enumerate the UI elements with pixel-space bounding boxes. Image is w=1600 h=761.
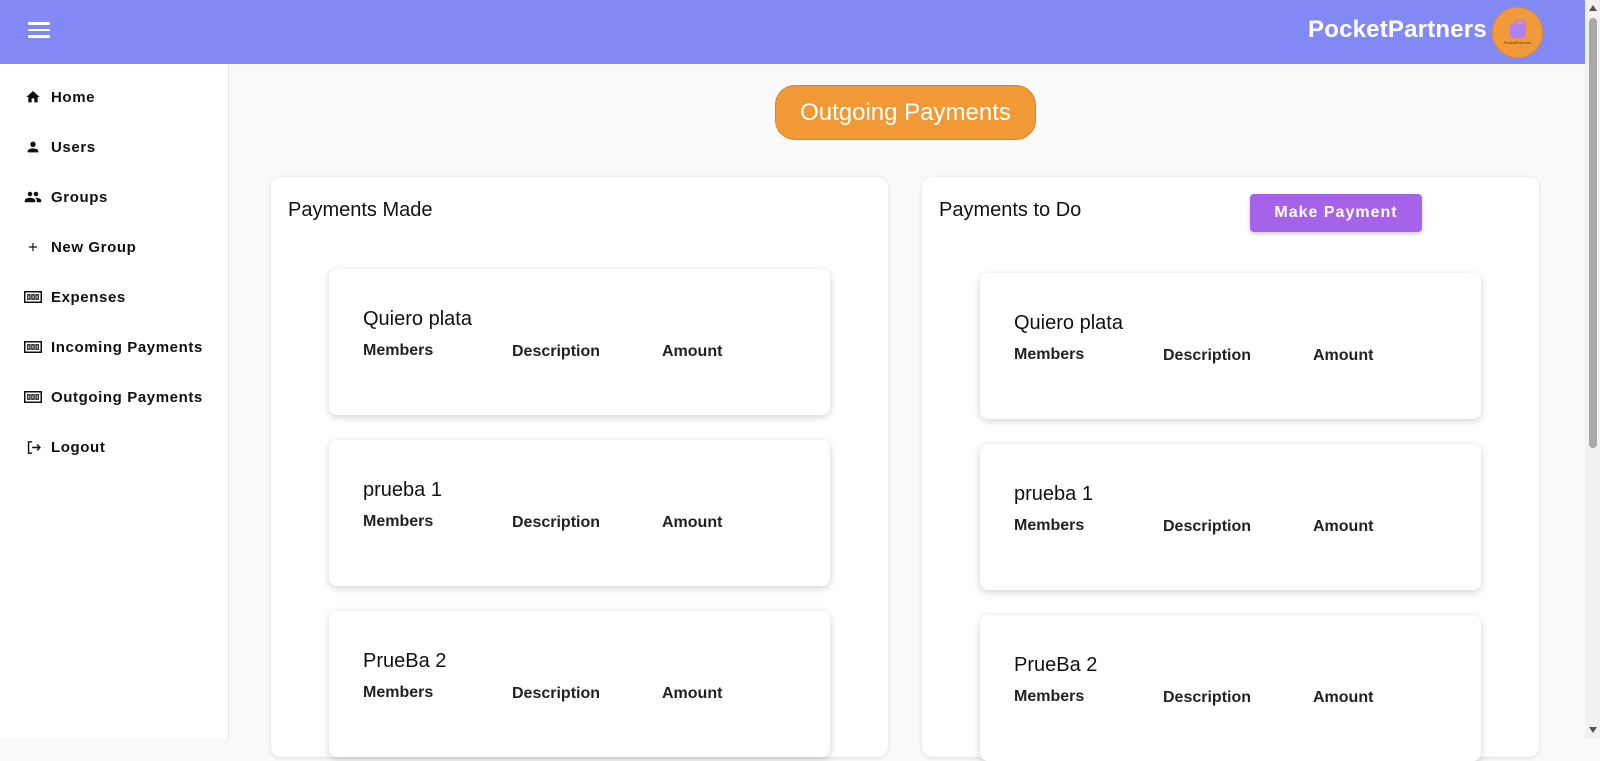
groups-icon [24,188,42,206]
payment-card[interactable]: Quiero plata Members Description Amount [980,273,1481,419]
sidebar-item-label: Outgoing Payments [51,388,203,406]
payments-to-do-panel: Payments to Do Make Payment Quiero plata… [922,177,1539,761]
amount-label: Amount [662,514,723,531]
money-icon [24,288,42,306]
members-label: Members [1014,688,1085,705]
sidebar-item-label: Expenses [51,288,126,306]
payments-made-panel: Payments Made Quiero plata Members Descr… [271,177,888,757]
sidebar-item-label: Incoming Payments [51,338,203,356]
plus-icon [24,238,42,256]
hamburger-menu-icon[interactable] [28,22,50,40]
bag-icon [1509,18,1526,38]
members-label: Members [363,342,434,359]
sidebar-item-expenses[interactable]: Expenses [0,277,228,317]
sidebar-item-label: Logout [51,438,106,456]
scroll-down-arrow-icon[interactable] [1589,727,1597,733]
card-title: prueba 1 [363,479,442,501]
amount-label: Amount [1313,518,1374,535]
card-title: prueba 1 [1014,483,1093,505]
payment-card[interactable]: prueba 1 Members Description Amount [329,440,830,586]
payment-card[interactable]: prueba 1 Members Description Amount [980,444,1481,590]
panel-title: Payments Made [288,199,433,221]
money-icon [24,388,42,406]
amount-label: Amount [662,685,723,702]
app-logo[interactable]: PocketPartners [1492,7,1543,58]
home-icon [24,88,42,106]
scroll-up-arrow-icon[interactable] [1589,5,1597,11]
sidebar-item-label: Users [51,138,96,156]
payment-card[interactable]: PrueBa 2 Members Description Amount [980,615,1481,761]
sidebar-item-label: New Group [51,238,137,256]
app-title: PocketPartners [1308,16,1487,43]
page-title-button[interactable]: Outgoing Payments [775,85,1036,140]
members-label: Members [1014,346,1085,363]
description-label: Description [512,343,601,360]
members-label: Members [363,513,434,530]
description-label: Description [1163,689,1252,706]
card-title: Quiero plata [1014,312,1123,334]
description-label: Description [1163,518,1252,535]
payment-card[interactable]: PrueBa 2 Members Description Amount [329,611,830,757]
sidebar-item-new-group[interactable]: New Group [0,227,228,267]
amount-label: Amount [1313,689,1374,706]
description-label: Description [512,685,601,702]
sidebar-item-label: Groups [51,188,108,206]
money-icon [24,338,42,356]
description-label: Description [1163,347,1252,364]
sidebar-item-groups[interactable]: Groups [0,177,228,217]
logout-icon [24,438,42,456]
top-app-bar: PocketPartners PocketPartners [0,0,1585,64]
members-label: Members [363,684,434,701]
members-label: Members [1014,517,1085,534]
card-title: PrueBa 2 [1014,654,1098,676]
card-title: PrueBa 2 [363,650,447,672]
sidebar-item-outgoing-payments[interactable]: Outgoing Payments [0,377,228,417]
sidebar-item-label: Home [51,88,96,106]
user-icon [24,138,42,156]
make-payment-button[interactable]: Make Payment [1250,194,1422,232]
description-label: Description [512,514,601,531]
logo-text: PocketPartners [1503,40,1532,45]
sidebar: Home Users Groups New Group Expenses Inc… [0,64,229,738]
amount-label: Amount [662,343,723,360]
page-scrollbar[interactable] [1585,0,1600,738]
sidebar-item-home[interactable]: Home [0,77,228,117]
payment-card[interactable]: Quiero plata Members Description Amount [329,269,830,415]
sidebar-item-users[interactable]: Users [0,127,228,167]
card-title: Quiero plata [363,308,472,330]
panel-title: Payments to Do [939,199,1082,221]
sidebar-item-incoming-payments[interactable]: Incoming Payments [0,327,228,367]
scrollbar-thumb[interactable] [1589,18,1597,448]
amount-label: Amount [1313,347,1374,364]
sidebar-item-logout[interactable]: Logout [0,427,228,467]
